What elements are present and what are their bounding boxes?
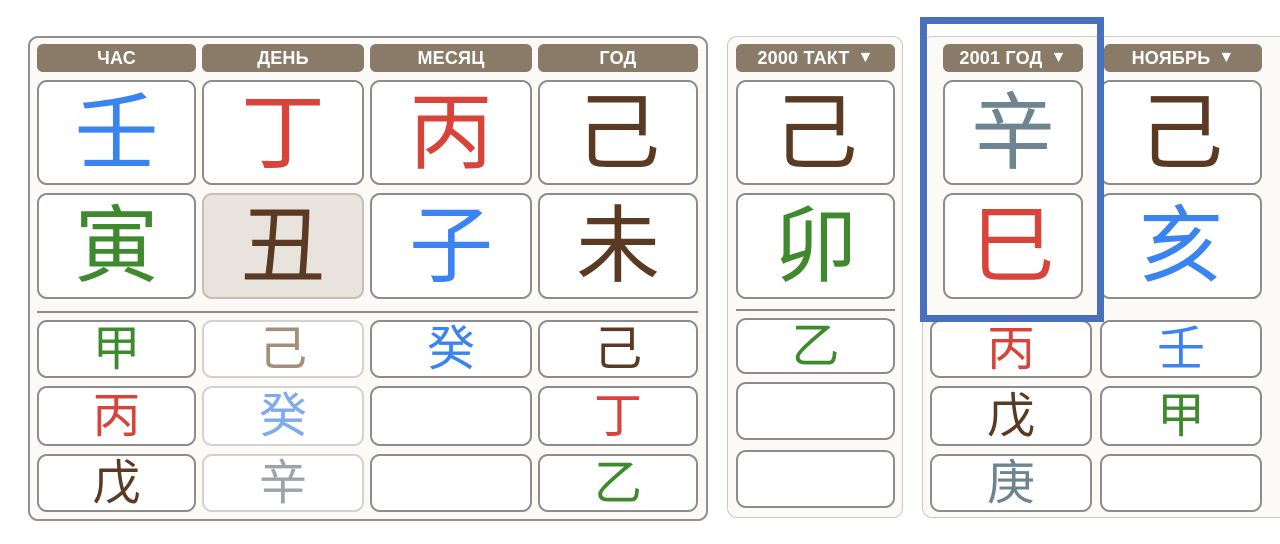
takt-hidden-1-char: 乙 (791, 318, 840, 374)
takt-dropdown-label: 2000 ТАКТ (757, 47, 850, 68)
month-hidden-1-char: 壬 (1156, 321, 1205, 377)
header-hour: ЧАС (37, 44, 196, 72)
month-stem[interactable]: 己 (1100, 80, 1262, 185)
hidden-year-3[interactable]: 乙 (538, 454, 698, 512)
takt-hidden-1[interactable]: 乙 (736, 318, 895, 374)
month-hidden-3[interactable] (1100, 454, 1262, 512)
branch-day[interactable]: 丑 (202, 193, 364, 299)
year-hidden-1-char: 丙 (986, 321, 1035, 377)
month-branch-char: 亥 (1138, 197, 1223, 295)
hidden-month-1-char: 癸 (426, 321, 475, 377)
stem-year[interactable]: 己 (538, 80, 698, 185)
branch-month-char: 子 (408, 197, 493, 295)
hidden-hour-1[interactable]: 甲 (37, 320, 196, 378)
branch-hour-char: 寅 (74, 197, 159, 295)
year-stem[interactable]: 辛 (943, 80, 1083, 185)
dropdown-arrow-icon: ▼ (1218, 49, 1235, 66)
takt-branch[interactable]: 卯 (736, 193, 895, 299)
hidden-year-1-char: 己 (593, 321, 642, 377)
hidden-hour-2-char: 丙 (92, 388, 141, 444)
dropdown-arrow-icon: ▼ (1050, 49, 1067, 66)
dropdown-arrow-icon: ▼ (857, 49, 874, 66)
stem-month[interactable]: 丙 (370, 80, 532, 185)
natal-divider (37, 311, 698, 313)
month-hidden-2-char: 甲 (1156, 388, 1205, 444)
hidden-year-1[interactable]: 己 (538, 320, 698, 378)
stem-year-char: 己 (575, 83, 660, 182)
hidden-day-1-char: 己 (258, 321, 307, 377)
year-dropdown-label: 2001 ГОД (959, 47, 1043, 68)
takt-hidden-3[interactable] (736, 450, 895, 508)
takt-branch-char: 卯 (773, 197, 858, 295)
month-hidden-1[interactable]: 壬 (1100, 320, 1262, 378)
stem-day-char: 丁 (240, 83, 325, 182)
hidden-day-3-char: 辛 (258, 455, 307, 511)
year-stem-char: 辛 (970, 83, 1055, 182)
year-hidden-3[interactable]: 庚 (930, 454, 1092, 512)
hidden-year-2-char: 丁 (593, 388, 642, 444)
month-dropdown-label: НОЯБРЬ (1131, 47, 1211, 68)
hidden-day-2[interactable]: 癸 (202, 386, 364, 446)
hidden-hour-1-char: 甲 (92, 321, 141, 377)
hidden-hour-2[interactable]: 丙 (37, 386, 196, 446)
year-hidden-2-char: 戊 (986, 388, 1035, 444)
month-branch[interactable]: 亥 (1100, 193, 1262, 299)
year-dropdown[interactable]: 2001 ГОД ▼ (943, 44, 1083, 72)
branch-hour[interactable]: 寅 (37, 193, 196, 299)
hidden-day-2-char: 癸 (258, 388, 307, 444)
hidden-hour-3[interactable]: 戊 (37, 454, 196, 512)
month-stem-char: 己 (1138, 83, 1223, 182)
takt-hidden-2[interactable] (736, 382, 895, 440)
hidden-day-3[interactable]: 辛 (202, 454, 364, 512)
year-hidden-2[interactable]: 戊 (930, 386, 1092, 446)
hidden-year-2[interactable]: 丁 (538, 386, 698, 446)
year-hidden-3-char: 庚 (986, 455, 1035, 511)
header-month: МЕСЯЦ (370, 44, 532, 72)
hidden-month-2[interactable] (370, 386, 532, 446)
hidden-year-3-char: 乙 (593, 455, 642, 511)
hidden-month-1[interactable]: 癸 (370, 320, 532, 378)
branch-month[interactable]: 子 (370, 193, 532, 299)
hidden-day-1[interactable]: 己 (202, 320, 364, 378)
branch-year-char: 未 (575, 197, 660, 295)
year-branch[interactable]: 巳 (943, 193, 1083, 299)
takt-stem-char: 己 (773, 83, 858, 182)
stem-month-char: 丙 (408, 83, 493, 182)
hidden-hour-3-char: 戊 (92, 455, 141, 511)
year-branch-char: 巳 (970, 197, 1055, 295)
takt-stem[interactable]: 己 (736, 80, 895, 185)
hidden-month-3[interactable] (370, 454, 532, 512)
year-hidden-1[interactable]: 丙 (930, 320, 1092, 378)
branch-day-char: 丑 (240, 197, 325, 295)
stem-day[interactable]: 丁 (202, 80, 364, 185)
branch-year[interactable]: 未 (538, 193, 698, 299)
month-hidden-2[interactable]: 甲 (1100, 386, 1262, 446)
stem-hour-char: 壬 (74, 83, 159, 182)
month-dropdown[interactable]: НОЯБРЬ ▼ (1104, 44, 1262, 72)
header-day: ДЕНЬ (202, 44, 364, 72)
takt-dropdown[interactable]: 2000 ТАКТ ▼ (736, 44, 895, 72)
takt-divider (736, 309, 895, 311)
header-year: ГОД (538, 44, 698, 72)
stem-hour[interactable]: 壬 (37, 80, 196, 185)
